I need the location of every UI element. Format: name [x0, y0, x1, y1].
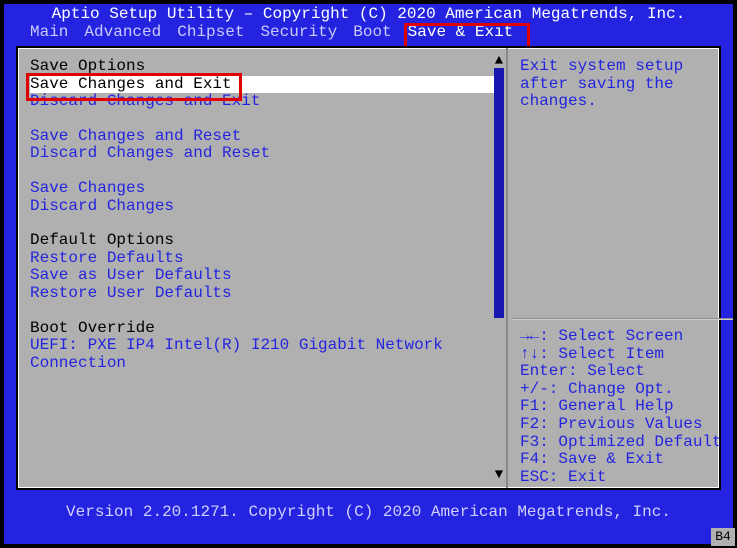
item-boot-uefi-pxe[interactable]: UEFI: PXE IP4 Intel(R) I210 Gigabit Netw… — [30, 337, 450, 372]
app-title: Aptio Setup Utility – Copyright (C) 2020… — [4, 4, 733, 24]
key-change-opt: +/-: Change Opt. — [520, 381, 731, 399]
tab-boot[interactable]: Boot — [345, 24, 399, 42]
tab-bar: Main Advanced Chipset Security Boot Save… — [4, 24, 733, 42]
key-select-screen: →←: Select Screen — [520, 328, 731, 346]
left-pane: Save Options Save Changes and Exit Disca… — [18, 48, 506, 488]
bios-screen: Aptio Setup Utility – Copyright (C) 2020… — [4, 4, 733, 544]
tab-main[interactable]: Main — [22, 24, 76, 42]
scroll-up-icon[interactable]: ▲ — [491, 54, 507, 68]
item-discard-changes-and-reset[interactable]: Discard Changes and Reset — [30, 145, 496, 163]
content-panel: Save Options Save Changes and Exit Disca… — [16, 46, 721, 490]
right-pane: Exit system setup after saving the chang… — [506, 48, 737, 488]
item-discard-changes[interactable]: Discard Changes — [30, 198, 496, 216]
key-select-item: ↑↓: Select Item — [520, 346, 731, 364]
footer-version: Version 2.20.1271. Copyright (C) 2020 Am… — [16, 504, 721, 524]
key-enter-select: Enter: Select — [520, 363, 731, 381]
scroll-down-icon[interactable]: ▼ — [491, 468, 507, 482]
tab-advanced[interactable]: Advanced — [76, 24, 169, 42]
item-save-changes-and-reset[interactable]: Save Changes and Reset — [30, 128, 496, 146]
item-save-changes-and-exit[interactable]: Save Changes and Exit — [30, 76, 496, 94]
scroll-thumb[interactable] — [494, 68, 504, 318]
help-text: Exit system setup after saving the chang… — [520, 58, 731, 208]
corner-badge: B4 — [711, 528, 735, 546]
item-save-as-user-defaults[interactable]: Save as User Defaults — [30, 267, 496, 285]
key-general-help: F1: General Help — [520, 398, 731, 416]
tab-chipset[interactable]: Chipset — [169, 24, 252, 42]
group-boot-override: Boot Override — [30, 320, 496, 338]
tab-save-exit[interactable]: Save & Exit — [400, 24, 522, 42]
item-restore-user-defaults[interactable]: Restore User Defaults — [30, 285, 496, 303]
key-save-exit: F4: Save & Exit — [520, 451, 731, 469]
tab-security[interactable]: Security — [252, 24, 345, 42]
key-optimized-defaults: F3: Optimized Defaults — [520, 434, 731, 452]
left-scrollbar[interactable]: ▲ ▼ — [491, 54, 507, 482]
item-discard-changes-and-exit[interactable]: Discard Changes and Exit — [30, 93, 496, 111]
key-previous-values: F2: Previous Values — [520, 416, 731, 434]
group-save-options: Save Options — [30, 58, 496, 76]
group-default-options: Default Options — [30, 232, 496, 250]
item-restore-defaults[interactable]: Restore Defaults — [30, 250, 496, 268]
separator — [512, 318, 733, 320]
key-esc-exit: ESC: Exit — [520, 469, 731, 487]
item-save-changes[interactable]: Save Changes — [30, 180, 496, 198]
